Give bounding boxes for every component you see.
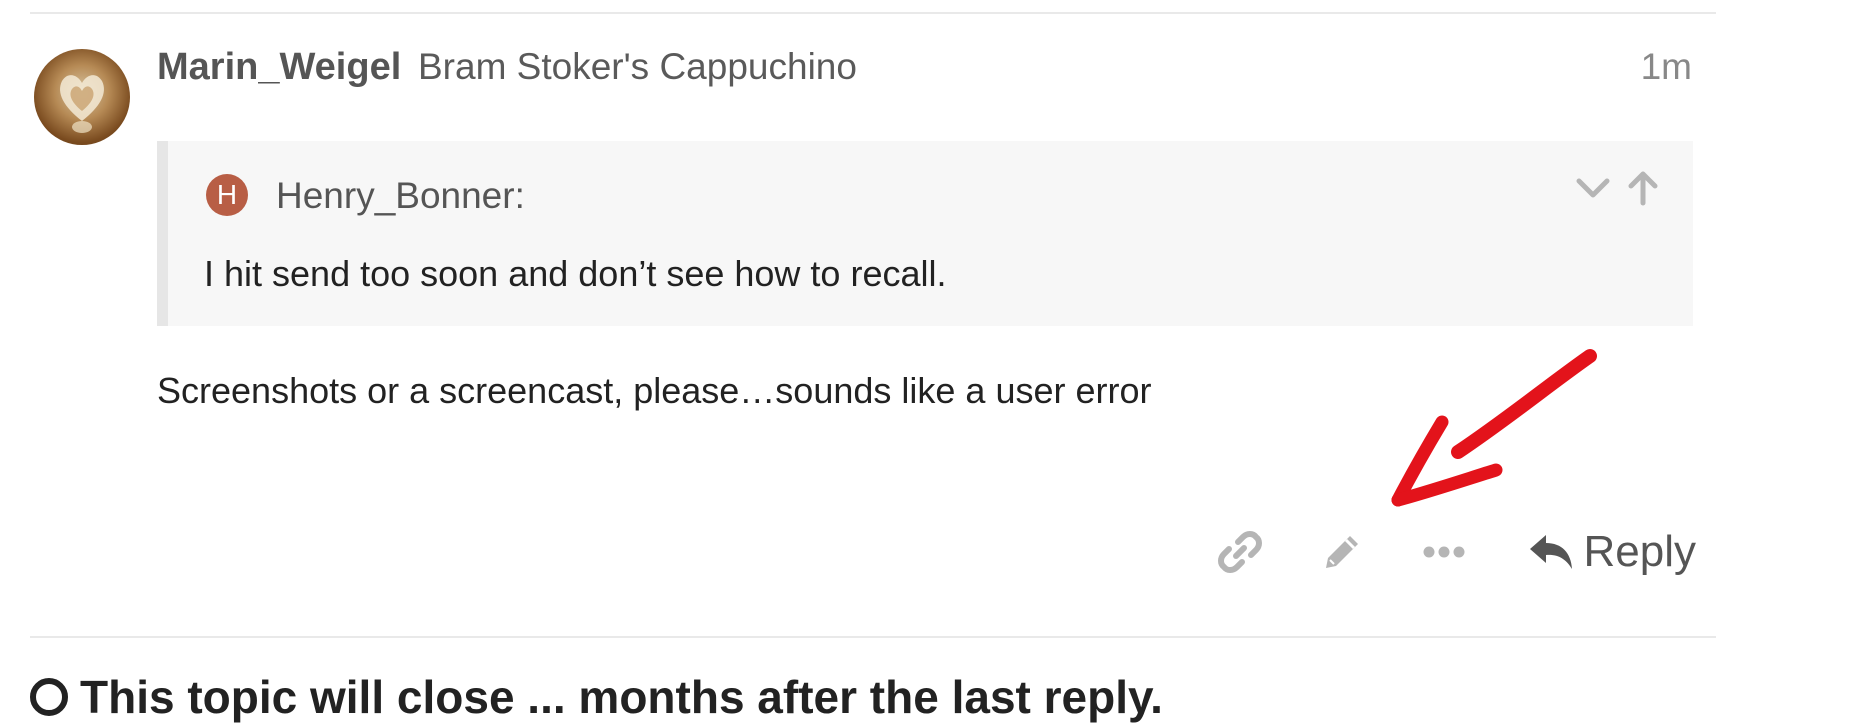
- topic-timer-text: This topic will close ... months after t…: [80, 671, 1163, 723]
- red-arrow-annotation: [1391, 349, 1597, 507]
- post-actions: Reply: [1178, 522, 1697, 582]
- user-title: Bram Stoker's Cappuchino: [418, 46, 857, 87]
- latte-art-image: [60, 75, 104, 133]
- quote-avatar[interactable]: H: [206, 174, 248, 216]
- link-icon: [1217, 531, 1262, 573]
- reply-button[interactable]: Reply: [1528, 527, 1697, 577]
- post-date[interactable]: 1m: [1641, 46, 1692, 88]
- quote-author[interactable]: Henry_Bonner:: [276, 175, 525, 217]
- clock-icon: [30, 678, 68, 716]
- post-body: Screenshots or a screencast, please…soun…: [157, 370, 1152, 411]
- user-avatar[interactable]: [34, 49, 130, 145]
- post-username[interactable]: Marin_Weigel: [157, 46, 401, 89]
- pencil-icon: [1325, 536, 1358, 568]
- edit-button[interactable]: [1302, 522, 1382, 582]
- quote-controls: [1571, 166, 1665, 210]
- top-divider: [30, 12, 1716, 14]
- reply-label: Reply: [1583, 527, 1697, 576]
- quote-block: H Henry_Bonner: I hit send too soon and …: [157, 141, 1693, 326]
- more-actions-button[interactable]: [1404, 522, 1484, 582]
- bottom-divider: [30, 636, 1716, 638]
- chevron-down-icon[interactable]: [1571, 166, 1615, 210]
- quote-text: I hit send too soon and don’t see how to…: [204, 253, 947, 294]
- reply-icon: [1529, 535, 1572, 569]
- ellipsis-icon: [1423, 546, 1464, 558]
- topic-timer-notice: This topic will close ... months after t…: [30, 670, 1163, 724]
- share-link-button[interactable]: [1200, 522, 1280, 582]
- arrow-up-icon[interactable]: [1621, 166, 1665, 210]
